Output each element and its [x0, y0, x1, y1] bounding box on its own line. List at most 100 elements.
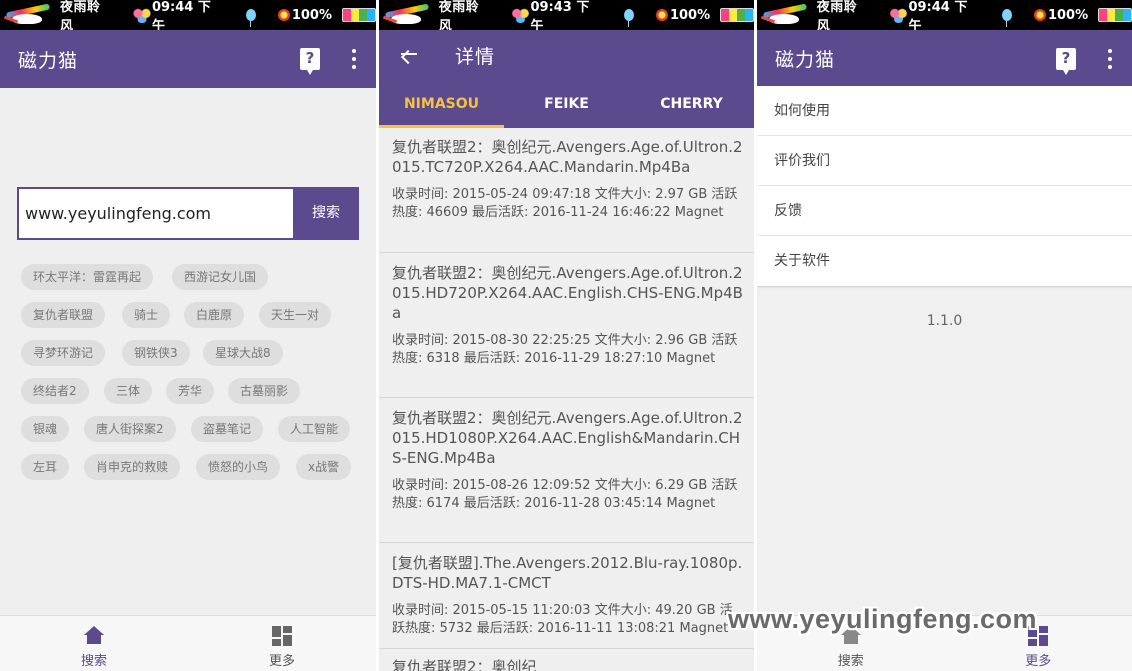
battery-percent: 100% [291, 7, 333, 23]
version-label: 1.1.0 [926, 313, 963, 329]
signal-icon [1034, 9, 1046, 21]
battery-icon [1098, 8, 1132, 22]
page-title: 详情 [455, 45, 496, 68]
search-bar: www.yeyulingfeng.com 搜索 [17, 187, 359, 240]
app-logo-icon [381, 2, 433, 28]
tag-chip[interactable]: 星球大战8 [203, 340, 283, 366]
tag-chip[interactable]: 愤怒的小鸟 [196, 454, 281, 480]
flower-icon [131, 7, 152, 23]
status-time: 09:43 下午 [530, 0, 590, 34]
battery-percent: 100% [1047, 7, 1089, 23]
back-arrow-icon[interactable] [399, 44, 419, 65]
battery-icon [342, 8, 376, 22]
tag-chip[interactable]: x战警 [296, 454, 352, 480]
nav-search[interactable]: 搜索 [0, 616, 188, 671]
search-button[interactable]: 搜索 [293, 187, 359, 240]
result-meta: 收录时间: 2015-05-24 09:47:18 文件大小: 2.97 GB … [392, 187, 738, 220]
status-bar: 夜雨聆风 09:44 下午 100% [757, 0, 1132, 34]
tag-chip[interactable]: 三体 [104, 378, 153, 404]
app-bar: 磁力猫 ? [757, 30, 1132, 86]
signal-icon [277, 9, 290, 21]
result-item[interactable]: 复仇者联盟2：奥创纪元.Avengers.Age.of.Ultron.2015.… [379, 128, 754, 253]
tag-chip[interactable]: 芳华 [166, 378, 215, 404]
signal-icon [656, 9, 668, 21]
status-carrier-name: 夜雨聆风 [438, 0, 480, 34]
tag-chip[interactable]: 白鹿原 [184, 302, 245, 328]
tag-chip[interactable]: 盗墓笔记 [191, 416, 264, 442]
tag-chip[interactable]: 西游记女儿国 [172, 264, 269, 290]
status-carrier-name: 夜雨聆风 [816, 0, 858, 34]
screenshot-collage: 夜雨聆风 09:44 下午 100% 磁力猫 ? www.yeyulingfen… [0, 0, 1132, 671]
dashboard-icon [272, 626, 292, 646]
more-vert-icon[interactable] [352, 49, 356, 69]
result-title: 复仇者联盟2：奥创纪元.Avengers.Age.of.Ultron.2015.… [392, 409, 743, 467]
tag-chip[interactable]: 唐人街探案2 [84, 416, 176, 442]
nav-search-label: 搜索 [837, 654, 864, 669]
tag-chip[interactable]: 环太平洋：雷霆再起 [21, 264, 154, 290]
tag-chip[interactable]: 肖申克的救赎 [84, 454, 181, 480]
app-bar: 磁力猫 ? [0, 30, 376, 88]
battery-icon [720, 8, 754, 22]
battery-percent: 100% [669, 7, 711, 23]
menu-feedback[interactable]: 反馈 [757, 186, 1132, 236]
result-title: 复仇者联盟2：奥创纪元.Avengers.Age.of.Ultron.2015.… [392, 138, 743, 176]
search-screen: 夜雨聆风 09:44 下午 100% 磁力猫 ? www.yeyulingfen… [0, 0, 376, 671]
help-icon[interactable]: ? [1056, 48, 1076, 75]
result-meta: 收录时间: 2015-08-30 22:25:25 文件大小: 2.96 GB … [392, 333, 738, 366]
tag-chip[interactable]: 终结者2 [21, 378, 89, 404]
flower-icon [888, 7, 909, 23]
tag-row: 环太平洋：雷霆再起 西游记女儿国 [21, 264, 361, 302]
nav-search-label: 搜索 [80, 654, 107, 669]
result-item[interactable]: 复仇者联盟2：奥创纪 [379, 649, 754, 671]
balloon-icon [1002, 9, 1013, 27]
result-meta: 收录时间: 2015-05-15 11:20:03 文件大小: 49.20 GB… [392, 603, 733, 636]
tag-chip[interactable]: 钢铁侠3 [122, 340, 190, 366]
source-tabs: NIMASOU FEIKE CHERRY [379, 80, 754, 128]
balloon-icon [245, 9, 256, 27]
tab-nimasou[interactable]: NIMASOU [379, 80, 504, 128]
flower-icon [510, 7, 531, 23]
hot-tags: 环太平洋：雷霆再起 西游记女儿国 复仇者联盟 骑士 白鹿原 天生一对 寻梦环游记… [21, 264, 361, 492]
result-title: 复仇者联盟2：奥创纪 [392, 658, 537, 671]
more-menu: 如何使用 评价我们 反馈 关于软件 [757, 86, 1132, 286]
result-item[interactable]: 复仇者联盟2：奥创纪元.Avengers.Age.of.Ultron.2015.… [379, 398, 754, 543]
tag-chip[interactable]: 寻梦环游记 [21, 340, 106, 366]
menu-how-to-use[interactable]: 如何使用 [757, 86, 1132, 136]
tag-chip[interactable]: 骑士 [122, 302, 171, 328]
tag-chip[interactable]: 人工智能 [278, 416, 351, 442]
nav-more[interactable]: 更多 [188, 616, 376, 671]
tag-row: 左耳 肖申克的救赎 愤怒的小鸟 x战警 [21, 454, 361, 492]
tag-chip[interactable]: 天生一对 [259, 302, 332, 328]
menu-rate-us[interactable]: 评价我们 [757, 136, 1132, 186]
search-input[interactable]: www.yeyulingfeng.com [17, 187, 293, 240]
app-title: 磁力猫 [18, 49, 79, 72]
more-vert-icon[interactable] [1108, 49, 1112, 69]
status-bar: 夜雨聆风 09:43 下午 100% [379, 0, 754, 34]
app-title: 磁力猫 [775, 48, 836, 71]
app-bar: 详情 [379, 30, 754, 80]
nav-more-label: 更多 [1025, 654, 1052, 669]
tag-chip[interactable]: 左耳 [21, 454, 70, 480]
bottom-nav: 搜索 更多 [0, 615, 376, 671]
result-meta: 收录时间: 2015-08-26 12:09:52 文件大小: 6.29 GB … [392, 478, 738, 511]
result-item[interactable]: [复仇者联盟].The.Avengers.2012.Blu-ray.1080p.… [379, 543, 754, 649]
menu-about[interactable]: 关于软件 [757, 236, 1132, 286]
balloon-icon [624, 9, 635, 27]
tag-row: 寻梦环游记 钢铁侠3 星球大战8 [21, 340, 361, 378]
watermark: www.yeyulingfeng.com [728, 604, 1038, 634]
tab-feike[interactable]: FEIKE [504, 80, 629, 128]
result-item[interactable]: 复仇者联盟2：奥创纪元.Avengers.Age.of.Ultron.2015.… [379, 253, 754, 398]
tag-row: 复仇者联盟 骑士 白鹿原 天生一对 [21, 302, 361, 340]
tag-chip[interactable]: 银魂 [21, 416, 70, 442]
tag-chip[interactable]: 古墓丽影 [228, 378, 301, 404]
home-icon [84, 626, 104, 644]
result-title: [复仇者联盟].The.Avengers.2012.Blu-ray.1080p.… [392, 554, 743, 592]
status-bar: 夜雨聆风 09:44 下午 100% [0, 0, 376, 34]
status-time: 09:44 下午 [908, 0, 968, 34]
result-title: 复仇者联盟2：奥创纪元.Avengers.Age.of.Ultron.2015.… [392, 264, 743, 322]
app-logo-icon [759, 2, 811, 28]
tag-chip[interactable]: 复仇者联盟 [21, 302, 106, 328]
help-icon[interactable]: ? [300, 48, 320, 75]
tag-row: 银魂 唐人街探案2 盗墓笔记 人工智能 [21, 416, 361, 454]
tab-cherry[interactable]: CHERRY [629, 80, 754, 128]
